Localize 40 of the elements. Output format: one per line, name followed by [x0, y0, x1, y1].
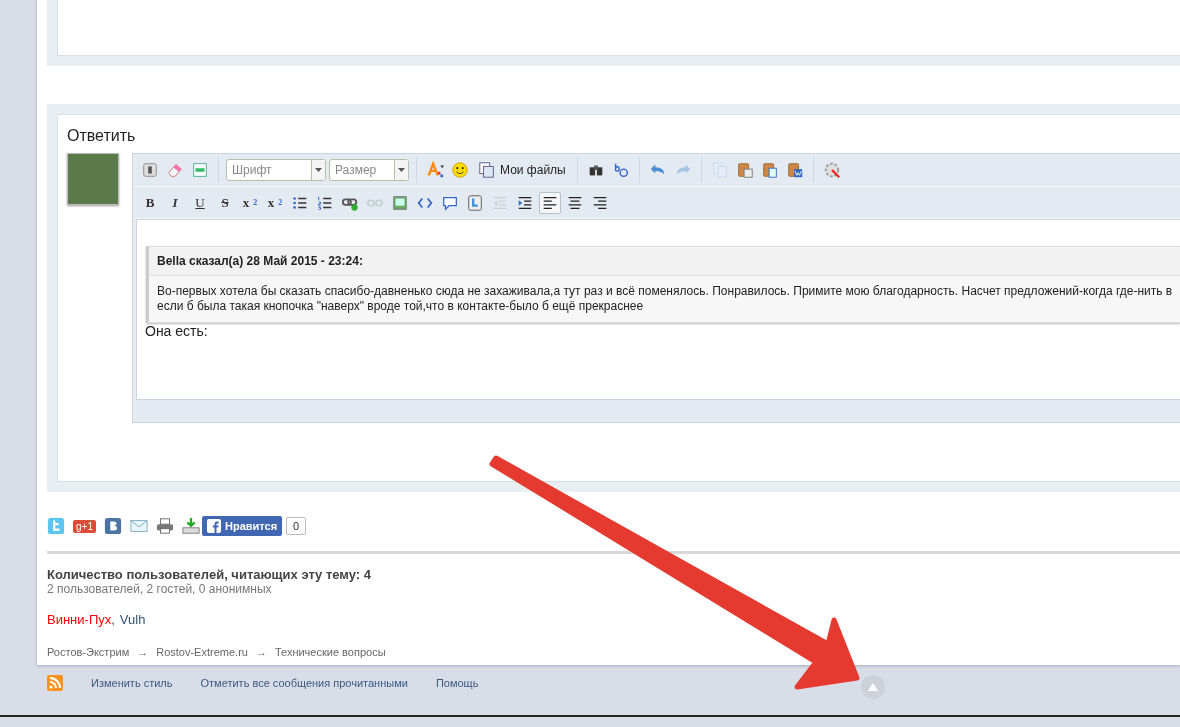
quote-text: Во-первых хотела бы сказать спасибо-давненько сюда не захаживала,а тут раз и всё поменялось. Понравилось. Примите мою благодарность. Насчет предложений-когда где-нить в если б была такая кнопочка "наверх" вроде той,что в контакте-было б ещё прекраснее: [149, 275, 1180, 322]
strikethrough-button[interactable]: S: [214, 191, 236, 214]
separator-text: ,: [111, 612, 115, 627]
google-plus-button[interactable]: g+1: [73, 519, 96, 533]
rss-icon[interactable]: [47, 675, 63, 691]
caret-icon: [398, 168, 405, 172]
smiley-icon[interactable]: [449, 159, 471, 181]
avatar-photo-placeholder: [67, 153, 119, 205]
my-files-button[interactable]: Мои файлы: [474, 159, 570, 181]
like-count: 0: [286, 517, 307, 535]
readers-summary: 2 пользователей, 2 гостей, 0 анонимных: [47, 582, 273, 596]
print-icon[interactable]: [155, 517, 174, 535]
underline-button[interactable]: U: [189, 191, 211, 214]
like-button[interactable]: Нравится: [201, 516, 283, 536]
footer-link[interactable]: Изменить стиль: [91, 677, 173, 689]
triangle-icon: [868, 683, 878, 691]
vk-icon[interactable]: [103, 517, 122, 535]
letter-f-icon: [206, 519, 221, 533]
quote-header: Bella сказал(а) 28 Май 2015 - 23:24:: [149, 247, 1180, 275]
breadcrumb-link[interactable]: Технические вопросы: [274, 646, 386, 658]
size-dropdown[interactable]: Размер: [329, 159, 409, 181]
editor-text-area[interactable]: [136, 219, 1180, 400]
breadcrumb-separator: →: [137, 646, 149, 658]
mail-icon[interactable]: [129, 517, 148, 535]
files-icon: [478, 161, 496, 179]
bold-button[interactable]: B: [139, 191, 161, 214]
align-left-icon[interactable]: [539, 191, 561, 214]
breadcrumb-link[interactable]: Ростов-Экстрим: [47, 646, 130, 658]
user-link[interactable]: Vulh: [119, 612, 146, 627]
footer-link[interactable]: Помощь: [435, 677, 479, 689]
readers-count: Количество пользователей, читающих эту тему: 4: [47, 567, 373, 582]
reply-title: Ответить: [67, 126, 137, 146]
breadcrumb-separator: →: [255, 646, 267, 658]
reply-text: Она есть:: [145, 323, 209, 339]
footer-link[interactable]: Отметить все сообщения прочитанными: [200, 677, 408, 689]
breadcrumb-link[interactable]: Rostov-Extreme.ru: [156, 646, 248, 658]
italic-button[interactable]: I: [164, 191, 186, 214]
caret-icon: [315, 168, 322, 172]
font-dropdown[interactable]: Шрифт: [226, 159, 326, 181]
download-icon[interactable]: [181, 517, 200, 535]
